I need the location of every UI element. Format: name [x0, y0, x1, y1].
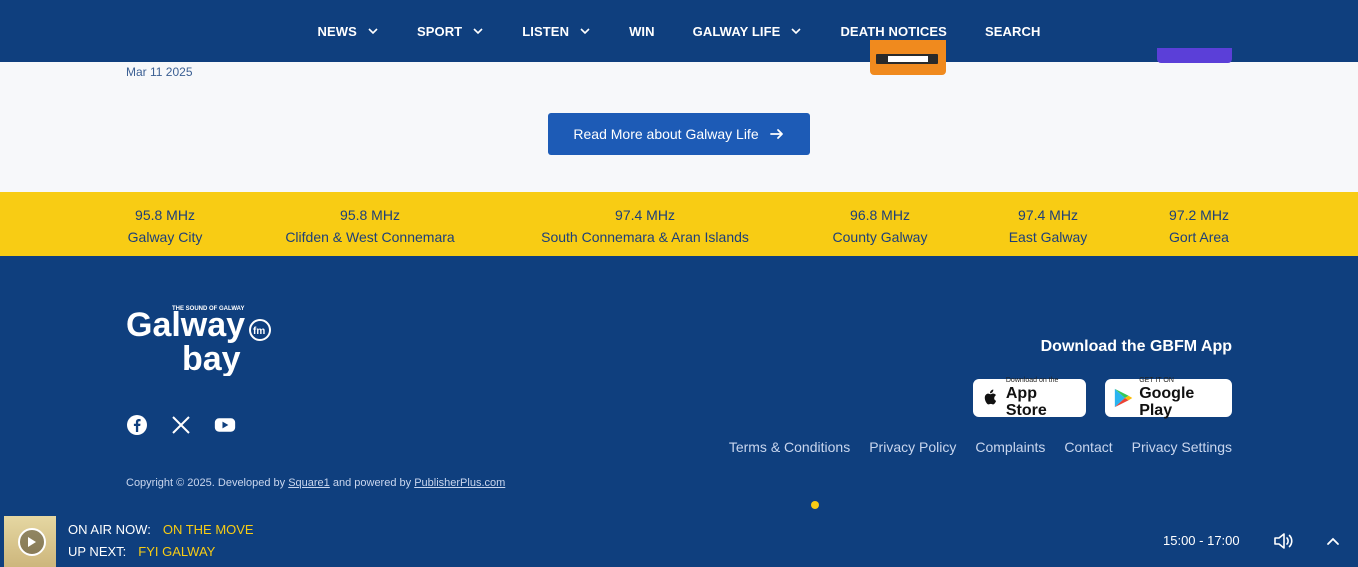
radio-player-bar: ON AIR NOW: ON THE MOVE UP NEXT: FYI GALWA…: [0, 500, 1358, 567]
nav-item-label: GALWAY LIFE: [692, 23, 781, 39]
google-play-icon: [1114, 388, 1133, 408]
app-store-small-text: Download on the: [1005, 377, 1059, 384]
nav-item-win[interactable]: WIN: [610, 0, 674, 62]
footer-link-privacy-policy[interactable]: Privacy Policy: [869, 439, 956, 455]
chevron-up-icon[interactable]: [1325, 533, 1341, 549]
google-play-large-text: Google Play: [1139, 385, 1195, 419]
on-air-label: ON AIR NOW:: [68, 522, 151, 537]
frequency-value: 95.8 MHz: [340, 207, 400, 223]
developer-link[interactable]: Square1: [288, 477, 330, 489]
play-button[interactable]: [18, 528, 46, 556]
frequency-area: Gort Area: [1169, 229, 1229, 245]
svg-text:bay: bay: [182, 340, 241, 376]
powered-prefix: and powered by: [329, 477, 415, 489]
copyright-prefix: Copyright © 2025. Developed by: [126, 477, 289, 489]
up-next-label: UP NEXT:: [68, 544, 127, 559]
apple-icon: [984, 389, 997, 405]
nav-item-listen[interactable]: LISTEN: [503, 0, 610, 62]
frequency-item: 95.8 MHz Galway City: [128, 204, 203, 248]
frequency-value: 95.8 MHz: [135, 207, 195, 223]
frequency-item: 96.8 MHz County Galway: [833, 204, 928, 248]
publisherplus-link[interactable]: PublisherPlus.com: [414, 477, 505, 489]
frequency-item: 97.2 MHz Gort Area: [1169, 204, 1229, 248]
footer-link-complaints[interactable]: Complaints: [975, 439, 1045, 455]
footer-links: Terms & Conditions Privacy Policy Compla…: [729, 439, 1232, 455]
volume-icon[interactable]: [1272, 530, 1294, 552]
youtube-icon[interactable]: [214, 414, 236, 436]
article-date: Mar 11 2025: [126, 65, 193, 79]
frequency-band: 95.8 MHz Galway City 95.8 MHz Clifden & …: [0, 192, 1358, 256]
up-next-show[interactable]: FYI GALWAY: [138, 544, 215, 559]
chevron-down-icon: [580, 28, 590, 35]
footer-link-terms[interactable]: Terms & Conditions: [729, 439, 850, 455]
show-thumbnail: [4, 516, 56, 567]
footer-link-privacy-settings[interactable]: Privacy Settings: [1132, 439, 1232, 455]
facebook-icon[interactable]: [126, 414, 148, 436]
nav-item-label: LISTEN: [522, 23, 570, 39]
nav-item-label: SPORT: [416, 23, 463, 39]
frequency-area: Clifden & West Connemara: [285, 229, 455, 245]
app-store-large-text: App Store: [1005, 385, 1047, 419]
frequency-value: 97.4 MHz: [1018, 207, 1078, 223]
google-play-button[interactable]: GET IT ON Google Play: [1105, 377, 1232, 419]
read-more-label: Read More about Galway Life: [573, 126, 759, 142]
frequency-value: 96.8 MHz: [850, 207, 910, 223]
nav-item-galway-life[interactable]: GALWAY LIFE: [674, 0, 822, 62]
nav-item-search[interactable]: SEARCH: [966, 0, 1060, 62]
google-play-small-text: GET IT ON: [1139, 377, 1174, 384]
play-icon: [28, 537, 36, 547]
galway-bay-fm-logo[interactable]: THE SOUND OF GALWAY Galway bay fm: [126, 300, 278, 376]
nav-item-news[interactable]: NEWS: [299, 0, 398, 62]
chevron-down-icon: [791, 28, 802, 35]
up-next: UP NEXT: FYI GALWAY: [68, 544, 215, 559]
on-air-show[interactable]: ON THE MOVE: [163, 522, 254, 537]
arrow-right-icon: [769, 129, 783, 139]
site-footer: THE SOUND OF GALWAY Galway bay fm Downlo…: [0, 256, 1358, 500]
frequency-area: Galway City: [127, 229, 203, 245]
frequency-item: 95.8 MHz Clifden & West Connemara: [285, 204, 454, 248]
frequency-area: East Galway: [1008, 229, 1088, 245]
nav-item-label: DEATH NOTICES: [840, 23, 947, 39]
footer-link-contact[interactable]: Contact: [1064, 439, 1112, 455]
article-thumbnail[interactable]: [1157, 48, 1232, 63]
frequency-area: South Connemara & Aran Islands: [541, 229, 749, 245]
copyright-text: Copyright © 2025. Developed by Square1 a…: [126, 477, 505, 489]
main-navigation: NEWS SPORT LISTEN WIN GALWAY LIFE DEATH …: [0, 0, 1358, 62]
read-more-button[interactable]: Read More about Galway Life: [548, 113, 810, 155]
nav-item-label: NEWS: [317, 23, 357, 39]
frequency-value: 97.2 MHz: [1169, 207, 1229, 223]
progress-indicator[interactable]: [811, 501, 819, 509]
social-links: [126, 414, 236, 436]
chevron-down-icon: [473, 28, 483, 35]
download-app-title: Download the GBFM App: [1040, 338, 1232, 355]
frequency-area: County Galway: [832, 229, 928, 245]
nav-item-label: SEARCH: [984, 23, 1041, 39]
show-time: 15:00 - 17:00: [1163, 533, 1240, 548]
frequency-item: 97.4 MHz South Connemara & Aran Islands: [541, 204, 749, 248]
on-air-now: ON AIR NOW: ON THE MOVE: [68, 522, 254, 537]
chevron-down-icon: [368, 28, 378, 35]
frequency-item: 97.4 MHz East Galway: [1009, 204, 1088, 248]
svg-text:Galway: Galway: [126, 306, 245, 344]
frequency-value: 97.4 MHz: [615, 207, 675, 223]
nav-item-sport[interactable]: SPORT: [398, 0, 503, 62]
x-twitter-icon[interactable]: [170, 414, 192, 436]
article-thumbnail[interactable]: [870, 40, 946, 75]
app-store-button[interactable]: Download on the App Store: [973, 377, 1086, 419]
nav-item-label: WIN: [629, 23, 655, 39]
svg-text:fm: fm: [253, 326, 265, 337]
